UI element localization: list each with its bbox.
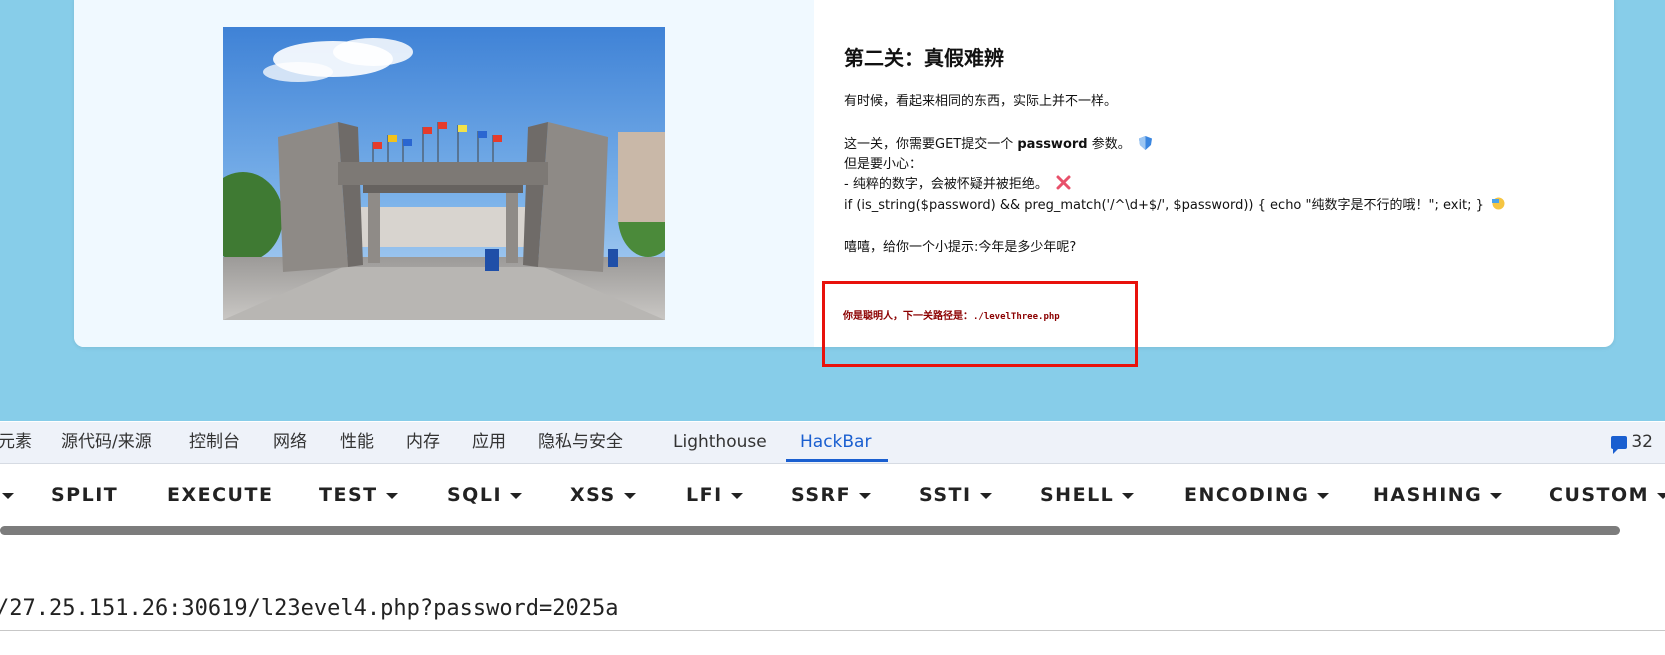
- caret-down-icon: [1317, 492, 1330, 499]
- message-icon: [1611, 435, 1628, 454]
- description-line-2: 这一关，你需要GET提交一个 password 参数。: [844, 133, 1152, 154]
- tab-hackbar[interactable]: HackBar: [800, 422, 871, 463]
- tab-elements[interactable]: 元素: [0, 422, 32, 463]
- scrollbar-thumb[interactable]: [0, 526, 1620, 535]
- hackbar-lfi-menu[interactable]: LFI: [686, 484, 743, 506]
- caret-down-icon: [623, 492, 636, 499]
- next-level-hint: 你是聪明人，下一关路径是：./levelThree.php: [843, 307, 1060, 322]
- devtools-tab-bar: 元素 源代码/来源 控制台 网络 性能 内存 应用 隐私与安全 Lighthou…: [0, 422, 1665, 464]
- description-line-3: 但是要小心：: [844, 157, 923, 172]
- hackbar-ssrf-menu[interactable]: SSRF: [791, 484, 872, 506]
- line2-prefix: 这一关，你需要GET提交一个: [844, 137, 1018, 152]
- code-snippet: if (is_string($password) && preg_match('…: [844, 198, 1484, 213]
- cross-mark-icon: [1056, 175, 1071, 194]
- encoding-label: ENCODING: [1184, 484, 1310, 506]
- wink-emoji-icon: [1492, 197, 1505, 214]
- description-line-4: - 纯粹的数字，会被怀疑并被拒绝。: [844, 173, 1071, 194]
- test-label: TEST: [319, 484, 378, 506]
- active-tab-indicator: [786, 459, 888, 462]
- tab-lighthouse[interactable]: Lighthouse: [673, 422, 767, 463]
- caret-down-icon: [1657, 492, 1665, 499]
- tab-memory[interactable]: 内存: [406, 422, 440, 463]
- campus-gate-photo: [223, 27, 665, 320]
- tab-sources[interactable]: 源代码/来源: [61, 422, 152, 463]
- level-title: 第二关：真假难辨: [844, 46, 1004, 70]
- ssti-label: SSTI: [919, 484, 972, 506]
- tab-performance[interactable]: 性能: [340, 422, 374, 463]
- url-input[interactable]: [0, 587, 1665, 631]
- hint-label: 你是聪明人，下一关路径是：: [843, 311, 973, 322]
- issues-counter[interactable]: 32: [1611, 422, 1653, 463]
- page-background: 第二关：真假难辨 有时候，看起来相同的东西，实际上并不一样。 这一关，你需要GE…: [0, 0, 1665, 421]
- caret-down-icon: [385, 492, 398, 499]
- caret-down-icon: [979, 492, 992, 499]
- horizontal-scrollbar[interactable]: [0, 526, 1620, 535]
- shield-icon: [1138, 135, 1152, 154]
- hackbar-overflow-dropdown[interactable]: [2, 484, 14, 506]
- caret-down-icon: [2, 492, 14, 499]
- hackbar-custom-menu[interactable]: CUSTOM: [1549, 484, 1665, 506]
- hashing-label: HASHING: [1373, 484, 1483, 506]
- description-line-1: 有时候，看起来相同的东西，实际上并不一样。: [844, 94, 1118, 109]
- lfi-label: LFI: [686, 484, 723, 506]
- caret-down-icon: [730, 492, 743, 499]
- hackbar-split-button[interactable]: SPLIT: [51, 484, 118, 506]
- hackbar-ssti-menu[interactable]: SSTI: [919, 484, 992, 506]
- custom-label: CUSTOM: [1549, 484, 1650, 506]
- ssrf-label: SSRF: [791, 484, 852, 506]
- tab-privacy-security[interactable]: 隐私与安全: [538, 422, 623, 463]
- hackbar-hashing-menu[interactable]: HASHING: [1373, 484, 1503, 506]
- hackbar-xss-menu[interactable]: XSS: [570, 484, 636, 506]
- caret-down-icon: [859, 492, 872, 499]
- password-keyword: password: [1017, 137, 1088, 152]
- tab-network[interactable]: 网络: [273, 422, 307, 463]
- card-image-panel: [74, 0, 814, 347]
- sqli-label: SQLI: [447, 484, 503, 506]
- hackbar-encoding-menu[interactable]: ENCODING: [1184, 484, 1330, 506]
- caret-down-icon: [510, 492, 523, 499]
- description-line-6: 嘻嘻，给你一个小提示:今年是多少年呢?: [844, 240, 1077, 255]
- tab-console[interactable]: 控制台: [189, 422, 240, 463]
- line2-suffix: 参数。: [1087, 137, 1131, 152]
- issues-count: 32: [1631, 432, 1653, 452]
- caret-down-icon: [1490, 492, 1503, 499]
- hackbar-sqli-menu[interactable]: SQLI: [447, 484, 523, 506]
- hackbar-shell-menu[interactable]: SHELL: [1040, 484, 1135, 506]
- shell-label: SHELL: [1040, 484, 1115, 506]
- hackbar-menu: SPLIT EXECUTE TEST SQLI XSS LFI SSRF SST…: [0, 464, 1665, 528]
- highlight-box: [822, 281, 1138, 367]
- line4-text: - 纯粹的数字，会被怀疑并被拒绝。: [844, 177, 1048, 192]
- caret-down-icon: [1122, 492, 1135, 499]
- tab-application[interactable]: 应用: [472, 422, 506, 463]
- hackbar-execute-button[interactable]: EXECUTE: [167, 484, 273, 506]
- xss-label: XSS: [570, 484, 616, 506]
- hint-path: ./levelThree.php: [973, 312, 1060, 322]
- hackbar-test-menu[interactable]: TEST: [319, 484, 398, 506]
- description-line-5: if (is_string($password) && preg_match('…: [844, 194, 1505, 214]
